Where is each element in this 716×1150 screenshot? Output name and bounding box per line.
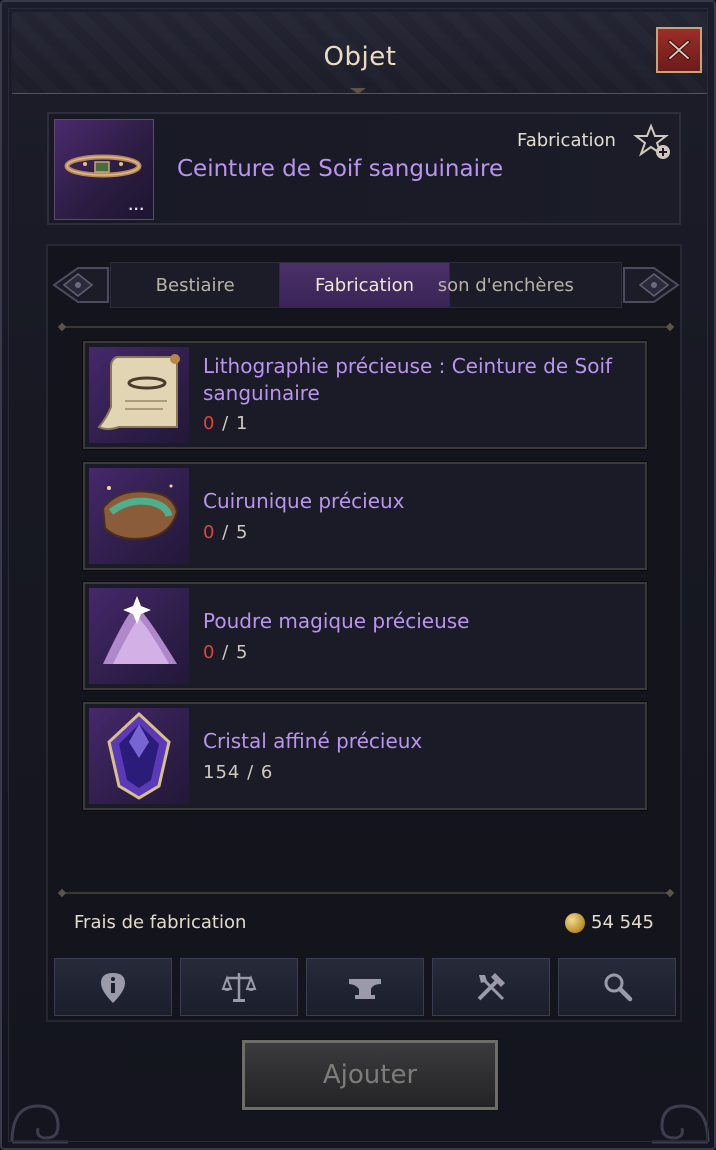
item-header: ... Ceinture de Soif sanguinaire Fabrica… <box>47 112 681 225</box>
header-notch <box>350 88 366 94</box>
crystal-icon <box>107 711 171 800</box>
search-button[interactable] <box>558 958 676 1016</box>
material-thumbnail <box>89 347 189 443</box>
tools-button[interactable] <box>432 958 550 1016</box>
material-count: 0 / 1 <box>203 413 249 434</box>
tabs-bar: Bestiaire Fabrication son d'enchères <box>48 260 684 310</box>
close-button[interactable] <box>656 27 702 73</box>
material-row[interactable]: Cristal affiné précieux 154 / 6 <box>82 701 648 811</box>
required-count: 5 <box>235 642 249 663</box>
item-name: Ceinture de Soif sanguinaire <box>177 156 504 182</box>
close-icon <box>667 39 691 61</box>
material-name: Cuirunique précieux <box>203 489 405 513</box>
scroll-icon <box>97 354 180 430</box>
owned-count: 0 <box>203 642 216 663</box>
tab-maison-encheres[interactable]: son d'enchères <box>438 263 621 307</box>
divider-bottom <box>62 892 670 894</box>
craft-button[interactable] <box>306 958 424 1016</box>
required-count: 5 <box>235 522 249 543</box>
required-count: 6 <box>260 762 274 783</box>
item-thumbnail[interactable]: ... <box>54 119 154 220</box>
material-thumbnail <box>89 588 189 684</box>
gold-coin-icon <box>565 912 586 933</box>
material-name: Poudre magique précieuse <box>203 609 470 633</box>
info-button[interactable] <box>54 958 172 1016</box>
owned-count: 0 <box>203 522 216 543</box>
search-icon <box>604 973 633 1002</box>
cost-amount: 54 545 <box>591 912 654 933</box>
material-count: 154 / 6 <box>203 762 274 783</box>
material-row[interactable]: Lithographie précieuse : Ceinture de Soi… <box>82 340 648 450</box>
action-icon-bar <box>54 958 676 1016</box>
corner-ornament-icon <box>10 1104 68 1144</box>
add-button[interactable]: Ajouter <box>241 1039 499 1111</box>
content-panel: Bestiaire Fabrication son d'enchères Lit… <box>46 244 682 1022</box>
item-window: Objet ... Ceinture de Soif sanguinaire F… <box>0 0 716 1150</box>
star-add-icon <box>633 123 670 159</box>
material-count: 0 / 5 <box>203 522 249 543</box>
tab-bestiaire[interactable]: Bestiaire <box>111 263 281 307</box>
leather-icon <box>101 484 179 540</box>
anvil-icon <box>349 979 381 999</box>
tab-strip: Bestiaire Fabrication son d'enchères <box>110 262 622 308</box>
material-name: Lithographie précieuse : Ceinture de Soi… <box>203 354 613 405</box>
window-header: Objet <box>12 12 708 94</box>
item-type-label: Fabrication <box>517 130 616 151</box>
material-row[interactable]: Poudre magique précieuse 0 / 5 <box>82 581 648 691</box>
window-title: Objet <box>323 42 397 72</box>
corner-ornament-icon <box>652 1104 710 1144</box>
material-thumbnail <box>89 708 189 804</box>
required-count: 1 <box>235 413 249 434</box>
material-count: 0 / 5 <box>203 642 249 663</box>
cost-label: Frais de fabrication <box>74 912 247 933</box>
tools-icon <box>477 973 505 1001</box>
cost-value: 54 545 <box>565 912 654 933</box>
compare-button[interactable] <box>180 958 298 1016</box>
scroll-right-arrow-icon[interactable] <box>620 260 682 310</box>
material-name: Cristal affiné précieux <box>203 729 423 753</box>
material-thumbnail <box>89 468 189 564</box>
material-row[interactable]: Cuirunique précieux 0 / 5 <box>82 461 648 571</box>
owned-count: 154 <box>203 762 241 783</box>
scales-icon <box>221 973 257 1002</box>
scroll-left-arrow-icon[interactable] <box>50 260 112 310</box>
favorite-add-button[interactable] <box>633 122 673 162</box>
info-icon <box>101 973 125 1003</box>
divider-top <box>62 326 670 328</box>
owned-count: 0 <box>203 413 216 434</box>
magic-powder-icon <box>103 596 177 664</box>
tab-fabrication[interactable]: Fabrication <box>280 263 450 307</box>
more-indicator: ... <box>128 199 145 213</box>
